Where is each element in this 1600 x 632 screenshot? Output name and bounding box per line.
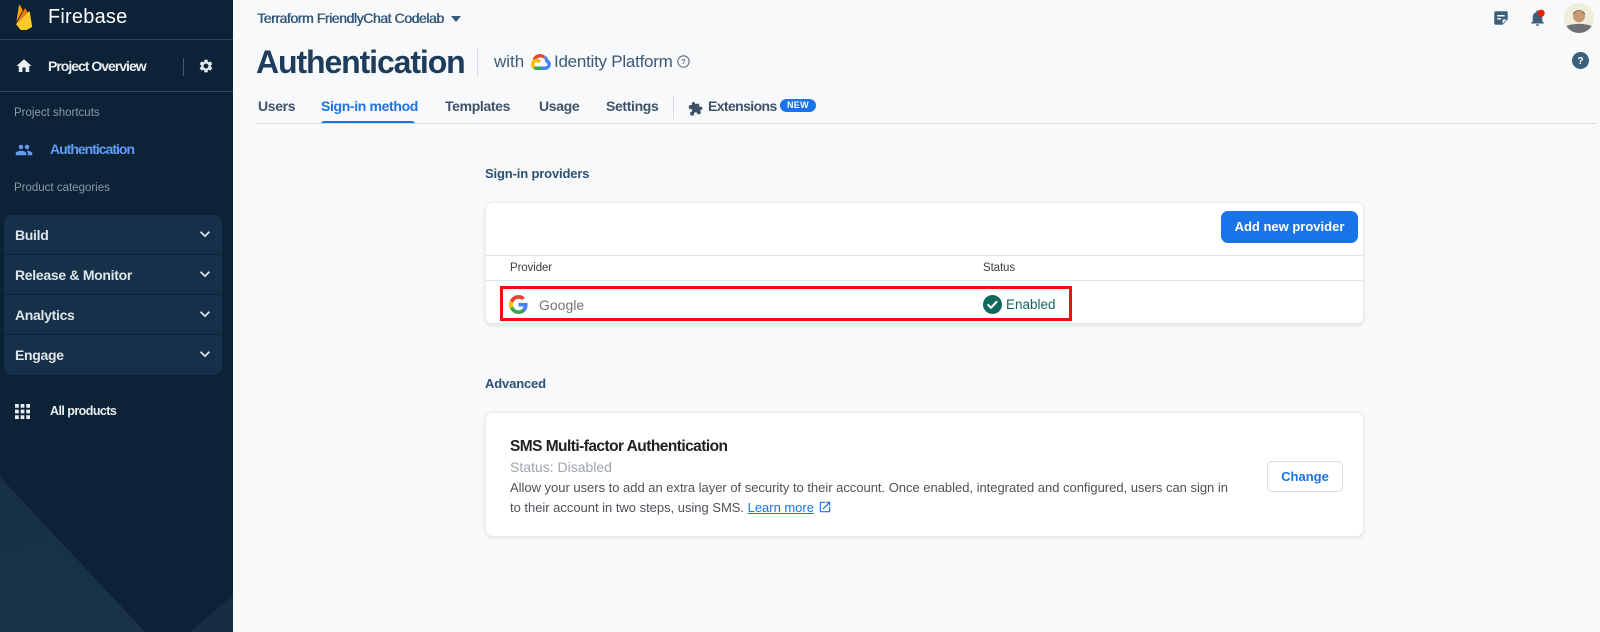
svg-text:?: ? (1577, 56, 1583, 67)
svg-text:?: ? (681, 57, 686, 66)
